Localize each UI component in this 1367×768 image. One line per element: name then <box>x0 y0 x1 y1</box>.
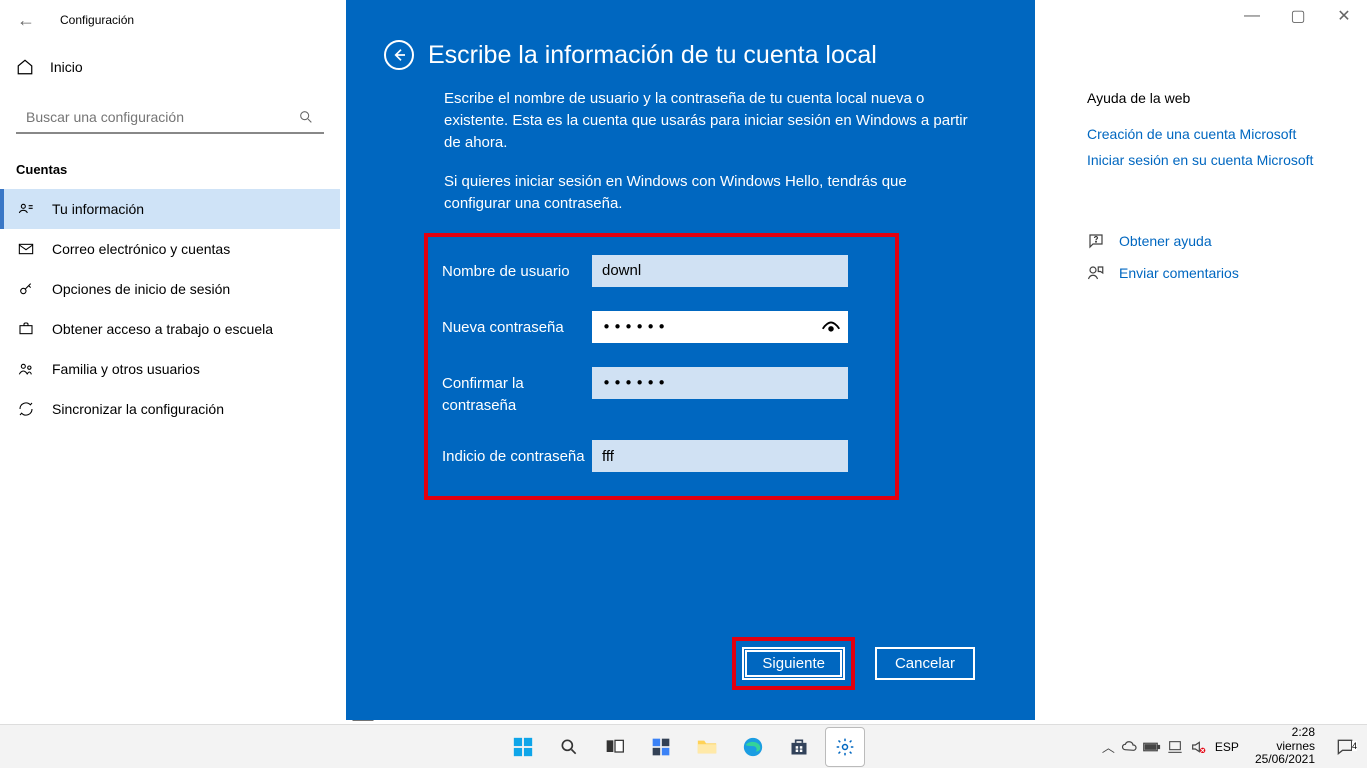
maximize-button[interactable]: ▢ <box>1275 0 1321 32</box>
feedback-text: Enviar comentarios <box>1119 265 1239 281</box>
language-indicator[interactable]: ESP <box>1215 740 1239 754</box>
task-view[interactable] <box>595 727 635 767</box>
nav-label: Correo electrónico y cuentas <box>52 241 230 257</box>
password-hint-input[interactable] <box>592 440 848 472</box>
people-icon <box>18 361 34 377</box>
get-help-text: Obtener ayuda <box>1119 233 1212 249</box>
sidebar-search[interactable] <box>16 100 324 134</box>
task-view-icon <box>605 737 625 757</box>
local-account-modal: Escribe la información de tu cuenta loca… <box>346 0 1035 720</box>
volume-muted-icon <box>1189 739 1207 755</box>
nav-label: Tu información <box>52 201 144 217</box>
nav-your-info[interactable]: Tu información <box>0 189 340 229</box>
hint-label: Indicio de contraseña <box>442 440 592 468</box>
help-link-create-account[interactable]: Creación de una cuenta Microsoft <box>1087 126 1347 142</box>
section-title: Cuentas <box>0 150 340 189</box>
nav-email-accounts[interactable]: Correo electrónico y cuentas <box>0 229 340 269</box>
nav-label: Opciones de inicio de sesión <box>52 281 230 297</box>
folder-icon <box>696 736 718 758</box>
home-icon <box>16 58 34 76</box>
battery-icon <box>1143 740 1161 754</box>
confirm-password-input[interactable] <box>592 367 848 399</box>
arrow-left-icon <box>391 47 407 63</box>
widgets-icon <box>651 737 671 757</box>
sidebar: Inicio Cuentas Tu información Correo ele… <box>0 50 340 429</box>
chat-help-icon <box>1087 232 1105 250</box>
get-help-link[interactable]: Obtener ayuda <box>1087 232 1347 250</box>
form-highlight-box: Nombre de usuario Nueva contraseña Confi… <box>424 233 899 501</box>
next-button[interactable]: Siguiente <box>742 647 845 680</box>
nav-label: Sincronizar la configuración <box>52 401 224 417</box>
store-icon <box>789 737 809 757</box>
reveal-password-icon[interactable] <box>820 316 842 338</box>
back-button[interactable]: ← <box>14 8 38 32</box>
help-link-signin-account[interactable]: Iniciar sesión en su cuenta Microsoft <box>1087 152 1347 168</box>
next-button-highlight: Siguiente <box>732 637 855 690</box>
taskbar-clock[interactable]: 2:28 viernes 25/06/2021 <box>1255 726 1315 767</box>
nav-work-school[interactable]: Obtener acceso a trabajo o escuela <box>0 309 340 349</box>
person-card-icon <box>18 201 34 217</box>
nav-signin-options[interactable]: Opciones de inicio de sesión <box>0 269 340 309</box>
clock-time: 2:28 <box>1292 726 1315 740</box>
gear-icon <box>835 737 855 757</box>
home-label: Inicio <box>50 59 83 75</box>
clock-date: 25/06/2021 <box>1255 753 1315 767</box>
home-link[interactable]: Inicio <box>0 50 340 84</box>
onedrive-icon <box>1121 739 1137 755</box>
sync-icon <box>18 401 34 417</box>
network-icon <box>1167 739 1183 755</box>
search-input[interactable] <box>26 109 286 125</box>
cancel-button[interactable]: Cancelar <box>875 647 975 680</box>
username-input[interactable] <box>592 255 848 287</box>
modal-footer: Siguiente Cancelar <box>384 637 975 690</box>
system-tray[interactable]: ︿ <box>1102 737 1207 756</box>
chevron-up-icon[interactable]: ︿ <box>1102 737 1115 756</box>
settings-app[interactable] <box>825 727 865 767</box>
file-explorer[interactable] <box>687 727 727 767</box>
modal-paragraph-1: Escribe el nombre de usuario y la contra… <box>444 88 975 153</box>
right-panel: Ayuda de la web Creación de una cuenta M… <box>1087 90 1367 282</box>
mail-icon <box>18 241 34 257</box>
search-icon <box>298 109 314 125</box>
nav-label: Familia y otros usuarios <box>52 361 200 377</box>
nav-label: Obtener acceso a trabajo o escuela <box>52 321 273 337</box>
window-controls: — ▢ ✕ <box>1229 0 1367 32</box>
notification-count: 4 <box>1352 741 1357 751</box>
briefcase-icon <box>18 321 34 337</box>
taskbar-center <box>503 725 865 768</box>
clock-day: viernes <box>1276 740 1315 754</box>
modal-paragraph-2: Si quieres iniciar sesión en Windows con… <box>444 171 975 215</box>
edge-icon <box>742 736 764 758</box>
new-password-input[interactable] <box>592 311 848 343</box>
widgets[interactable] <box>641 727 681 767</box>
windows-logo-icon <box>512 736 534 758</box>
taskbar-search[interactable] <box>549 727 589 767</box>
microsoft-store[interactable] <box>779 727 819 767</box>
nav-sync[interactable]: Sincronizar la configuración <box>0 389 340 429</box>
taskbar-right: ︿ ESP 2:28 viernes 25/06/2021 4 <box>1102 725 1359 768</box>
start-button[interactable] <box>503 727 543 767</box>
modal-title: Escribe la información de tu cuenta loca… <box>428 41 877 70</box>
feedback-icon <box>1087 264 1105 282</box>
web-help-title: Ayuda de la web <box>1087 90 1347 106</box>
feedback-link[interactable]: Enviar comentarios <box>1087 264 1347 282</box>
newpass-label: Nueva contraseña <box>442 311 592 339</box>
search-icon <box>559 737 579 757</box>
modal-body: Escribe el nombre de usuario y la contra… <box>384 88 975 500</box>
close-button[interactable]: ✕ <box>1321 0 1367 32</box>
modal-header: Escribe la información de tu cuenta loca… <box>384 40 975 70</box>
username-label: Nombre de usuario <box>442 255 592 283</box>
confirm-label: Confirmar la contraseña <box>442 367 592 417</box>
minimize-button[interactable]: — <box>1229 0 1275 32</box>
nav-family[interactable]: Familia y otros usuarios <box>0 349 340 389</box>
window-title: Configuración <box>60 13 134 27</box>
action-center[interactable]: 4 <box>1331 737 1359 757</box>
modal-back-button[interactable] <box>384 40 414 70</box>
edge-browser[interactable] <box>733 727 773 767</box>
key-icon <box>18 281 34 297</box>
taskbar: ︿ ESP 2:28 viernes 25/06/2021 4 <box>0 724 1367 768</box>
